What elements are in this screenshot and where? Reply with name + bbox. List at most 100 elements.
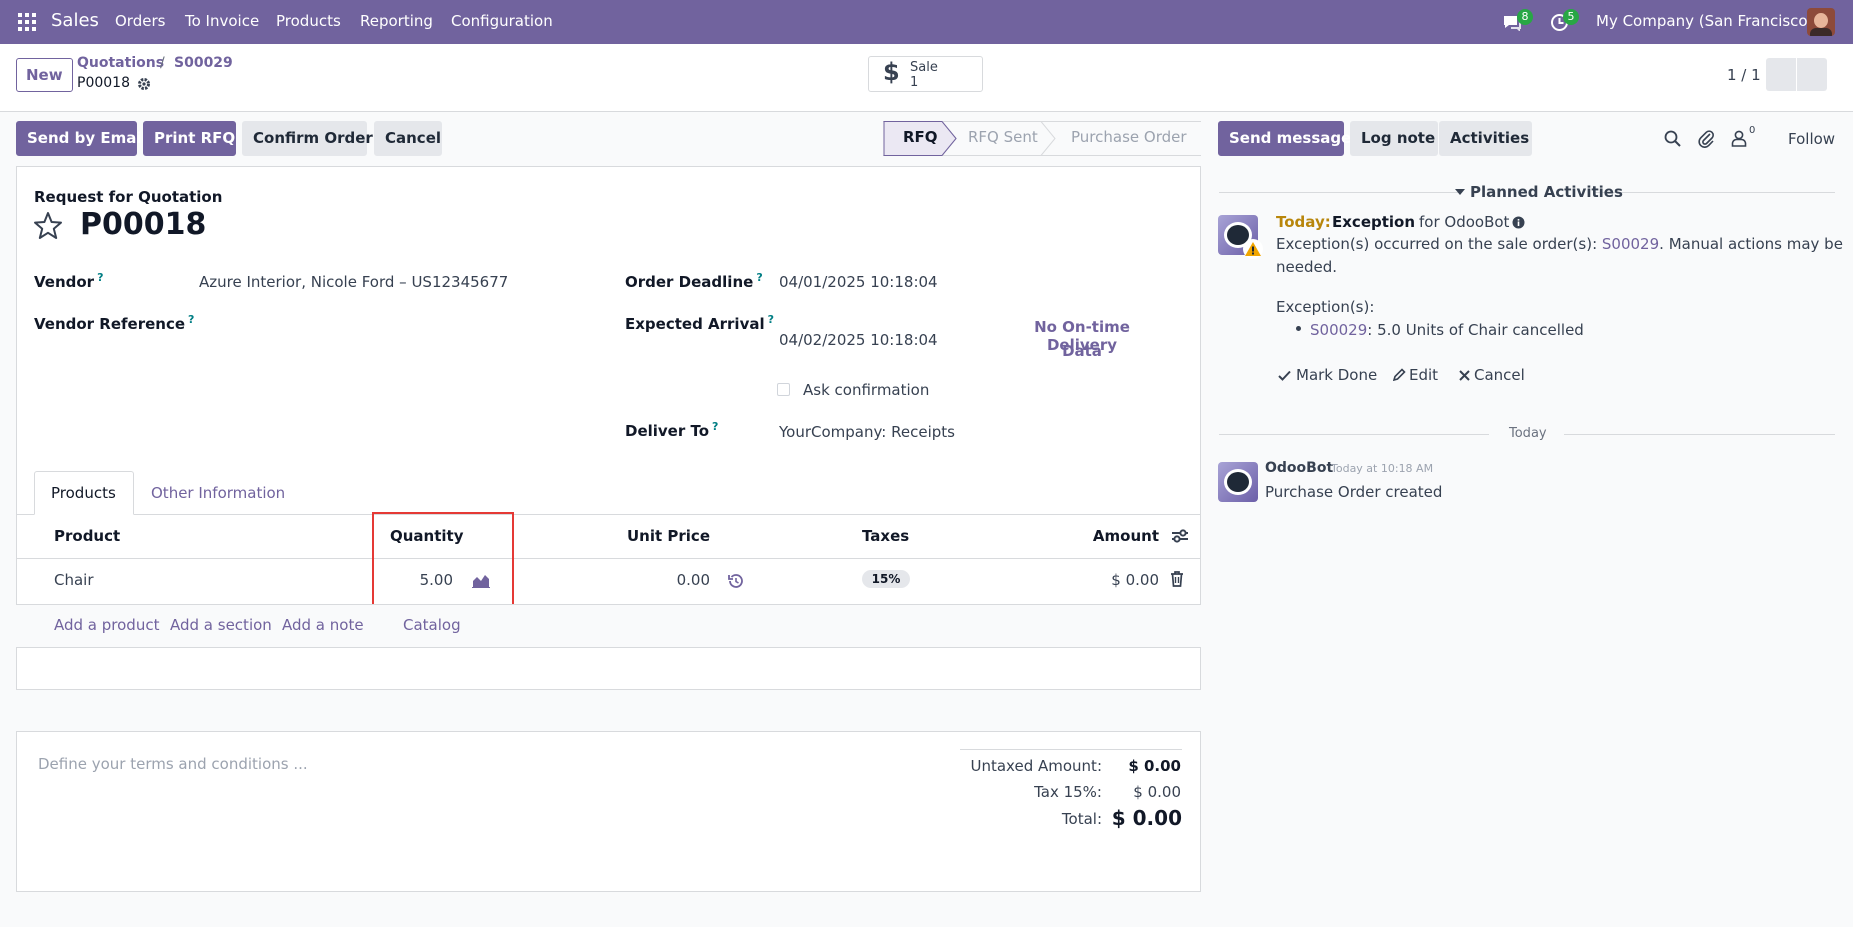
order-deadline-label: Order Deadline (625, 273, 754, 291)
caret-down-icon[interactable] (1455, 187, 1465, 197)
smart-button-title: Sale (910, 60, 938, 75)
row-unit-price[interactable]: 0.00 (576, 571, 710, 589)
col-product[interactable]: Product (54, 527, 120, 545)
expected-arrival-label: Expected Arrival (625, 315, 765, 333)
stage-purchase-order[interactable]: Purchase Order (1071, 121, 1187, 156)
pencil-icon[interactable] (1393, 368, 1406, 381)
date-separator: Today (1509, 426, 1547, 441)
vendor-reference-help-icon[interactable]: ? (188, 313, 194, 326)
activity-text-part2: . Manual actions may be (1659, 235, 1843, 253)
breadcrumb-separator: / (160, 55, 165, 71)
optional-columns-icon[interactable] (1171, 528, 1189, 544)
pager-previous-button[interactable] (1766, 58, 1796, 91)
exception-sale-order-link[interactable]: S00029 (1310, 321, 1367, 339)
terms-conditions-input[interactable]: Define your terms and conditions ... (38, 755, 308, 773)
app-name[interactable]: Sales (51, 10, 99, 31)
deliver-to-field[interactable]: YourCompany: Receipts (779, 423, 955, 441)
breadcrumb-quotations[interactable]: Quotations (77, 55, 164, 71)
row-amount: $ 0.00 (1111, 571, 1159, 589)
record-name: P00018 (77, 75, 130, 91)
vendor-field[interactable]: Azure Interior, Nicole Ford – US12345677 (199, 273, 508, 291)
tab-products[interactable]: Products (34, 471, 134, 515)
star-icon[interactable] (33, 211, 63, 240)
print-rfq-button[interactable]: Print RFQ (143, 121, 236, 156)
apps-menu-icon[interactable] (18, 13, 36, 31)
deliver-to-help-icon[interactable]: ? (712, 420, 718, 433)
pager-next-button[interactable] (1797, 58, 1827, 91)
send-by-email-button[interactable]: Send by Email (16, 121, 147, 156)
untaxed-amount-value: $ 0.00 (1128, 757, 1181, 775)
order-deadline-field[interactable]: 04/01/2025 10:18:04 (779, 273, 938, 291)
expected-arrival-field[interactable]: 04/02/2025 10:18:04 (779, 331, 938, 349)
cancel-order-button[interactable]: Cancel (374, 121, 442, 156)
company-switcher[interactable]: My Company (San Francisco) (1596, 12, 1813, 30)
col-amount[interactable]: Amount (1060, 527, 1159, 545)
expected-arrival-help-icon[interactable]: ? (768, 313, 774, 326)
messages-badge: 8 (1517, 9, 1533, 25)
log-note-button[interactable]: Log note (1350, 121, 1438, 156)
control-panel: New Quotations / S00029 P00018 $ Sale 1 … (0, 44, 1853, 112)
info-icon[interactable] (1512, 216, 1525, 229)
edit-activity-button[interactable]: Edit (1409, 366, 1438, 384)
deliver-to-label: Deliver To (625, 422, 710, 440)
cancel-activity-button[interactable]: Cancel (1474, 366, 1525, 384)
tax-value: $ 0.00 (1133, 783, 1181, 801)
user-avatar[interactable] (1807, 8, 1835, 36)
add-section-link[interactable]: Add a section (170, 616, 272, 634)
add-product-link[interactable]: Add a product (54, 616, 159, 634)
col-unit-price[interactable]: Unit Price (600, 527, 710, 545)
vendor-reference-input[interactable] (199, 305, 579, 335)
gear-icon[interactable] (137, 77, 151, 91)
mark-done-button[interactable]: Mark Done (1296, 366, 1377, 384)
new-button[interactable]: New (16, 58, 73, 92)
stage-rfq[interactable]: RFQ (903, 121, 938, 156)
message-author[interactable]: OdooBot (1265, 460, 1333, 476)
ask-confirmation-label[interactable]: Ask confirmation (803, 381, 929, 399)
tax-badge[interactable]: 15% (862, 570, 910, 588)
planned-activities-toggle[interactable]: Planned Activities (1470, 183, 1623, 201)
add-note-link[interactable]: Add a note (282, 616, 364, 634)
top-navbar: Sales Orders To Invoice Products Reporti… (0, 0, 1853, 44)
vendor-help-icon[interactable]: ? (97, 271, 103, 284)
activities-button[interactable]: Activities (1439, 121, 1532, 156)
breadcrumb-s00029[interactable]: S00029 (174, 55, 233, 71)
activity-sale-order-link[interactable]: S00029 (1602, 235, 1659, 253)
untaxed-amount-label: Untaxed Amount: (970, 757, 1103, 775)
catalog-link[interactable]: Catalog (403, 616, 461, 634)
activity-text-part1: Exception(s) occurred on the sale order(… (1276, 235, 1602, 253)
record-number: P00018 (80, 207, 207, 242)
send-message-button[interactable]: Send message (1218, 121, 1351, 156)
follow-button[interactable]: Follow (1788, 130, 1835, 148)
ask-confirmation-checkbox[interactable] (777, 383, 790, 396)
bullet (1296, 326, 1301, 331)
check-icon[interactable] (1278, 370, 1291, 381)
menu-reporting[interactable]: Reporting (360, 12, 433, 30)
tab-other-information[interactable]: Other Information (151, 484, 285, 502)
pager-value[interactable]: 1 / 1 (1727, 66, 1761, 84)
trash-icon[interactable] (1170, 571, 1184, 587)
close-icon[interactable] (1459, 370, 1470, 381)
otd-line-2[interactable]: Data (1008, 342, 1156, 360)
menu-to-invoice[interactable]: To Invoice (185, 12, 259, 30)
confirm-order-button[interactable]: Confirm Order (242, 121, 373, 156)
add-line-row: Add a product Add a section Add a note C… (16, 605, 1201, 647)
stage-rfq-sent[interactable]: RFQ Sent (968, 121, 1038, 156)
menu-orders[interactable]: Orders (115, 12, 165, 30)
paperclip-icon[interactable] (1698, 129, 1715, 148)
activity-type: Exception (1332, 213, 1416, 231)
table-row[interactable]: Chair 5.00 0.00 15% $ 0.00 (16, 559, 1201, 604)
smart-button-count: 1 (910, 75, 919, 90)
row-product[interactable]: Chair (54, 571, 94, 589)
menu-configuration[interactable]: Configuration (451, 12, 553, 30)
sale-smart-button[interactable]: $ Sale 1 (868, 56, 983, 92)
history-icon[interactable] (728, 573, 744, 589)
menu-products[interactable]: Products (276, 12, 341, 30)
search-icon[interactable] (1664, 130, 1681, 147)
order-deadline-help-icon[interactable]: ? (756, 271, 762, 284)
col-taxes[interactable]: Taxes (862, 527, 909, 545)
followers-icon[interactable] (1731, 129, 1747, 147)
message-author-avatar (1218, 462, 1258, 502)
dollar-icon: $ (883, 58, 900, 86)
tabs-underline (16, 514, 1201, 515)
doc-type-label: Request for Quotation (34, 188, 223, 206)
